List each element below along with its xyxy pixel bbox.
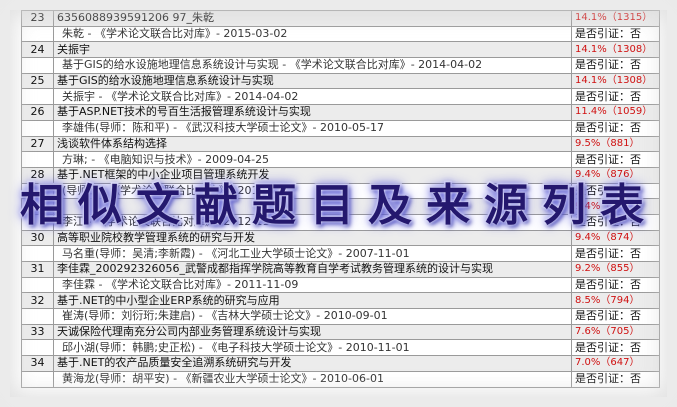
- similarity-value: 9.5%（881）: [571, 135, 660, 153]
- citation-status: 是否引证：否: [571, 119, 660, 137]
- document-title: 基于.NET框架的中小企业项目管理系统开发: [53, 166, 572, 184]
- row-spacer: [21, 151, 54, 168]
- document-number: 33: [21, 323, 54, 341]
- similarity-value: 11.4%（1059）: [571, 104, 660, 121]
- citation-status: 是否引证：否: [571, 245, 660, 262]
- row-spacer: [21, 119, 54, 137]
- row-spacer: [21, 308, 54, 325]
- document-title: 基于.NET的农产品质量安全追溯系统研究与开发: [53, 355, 572, 372]
- document-source-row: 李雄伟(导师：陈和平) - 《武汉科技大学硕士论文》- 2010-05-17 是否…: [21, 119, 660, 137]
- similarity-value: 14.1%（1308）: [571, 72, 660, 90]
- citation-status: 是否引证：否: [571, 339, 660, 357]
- row-spacer: [21, 370, 54, 388]
- document-source: 崔涛(导师：刘衍珩;朱建启) - 《吉林大学硕士论文》- 2010-09-01: [53, 308, 572, 325]
- document-source-row: 李江 - 《学术论文联合比对库》- 2012-11-12 是否引证：否: [21, 213, 660, 231]
- document-source-row: 邱小湖(导师：韩鹏;史正松) - 《电子科技大学硕士论文》- 2010-11-0…: [21, 339, 660, 357]
- document-source-row: 马名重(导师：吴清;李新霞) - 《河北工业大学硕士论文》- 2007-11-0…: [21, 245, 660, 262]
- similar-documents-table-body: 23 6356088939591206 97_朱乾 14.1%（1315） 朱乾 - …: [21, 10, 660, 388]
- similarity-value: 7.6%（705）: [571, 323, 660, 341]
- document-number: 26: [21, 104, 54, 121]
- document-title-row: 26 基于ASP.NET技术的号百生活报管理系统设计与实现 11.4%（1059）: [21, 104, 660, 121]
- document-title: 天诚保险代理南充分公司内部业务管理系统设计与实现: [53, 323, 572, 341]
- document-source-row: 关振宇 - 《学术论文联合比对库》- 2014-04-02 是否引证：否: [21, 88, 660, 106]
- document-number: 30: [21, 229, 54, 247]
- document-source: 李佳霖 - 《学术论文联合比对库》- 2011-11-09: [53, 276, 572, 294]
- document-title-row: 24 关振宇 14.1%（1308）: [21, 41, 660, 59]
- document-title-row: 28 基于.NET框架的中小企业项目管理系统开发 9.4%（876）: [21, 166, 660, 184]
- document-source: 基于GIS的给水设施地理信息系统设计与实现 - 《学术论文联合比对库》- 201…: [53, 57, 572, 74]
- document-number: 29: [21, 198, 54, 215]
- document-source: 马名重(导师：吴清;李新霞) - 《河北工业大学硕士论文》- 2007-11-0…: [53, 245, 572, 262]
- citation-status: 是否引证：否: [571, 308, 660, 325]
- document-title-row: 34 基于.NET的农产品质量安全追溯系统研究与开发 7.0%（647）: [21, 355, 660, 372]
- document-title: 基于ASP.NET技术的号百生活报管理系统设计与实现: [53, 104, 572, 121]
- similarity-value: 9.4%（876）: [571, 166, 660, 184]
- document-title-row: 31 李佳霖_200292326056_武警成都指挥学院高等教育自学考试教务管理系…: [21, 261, 660, 278]
- document-source-row: (导师：) - 《学术论文联合比对库》- 2015- 是否引证：否: [21, 182, 660, 200]
- document-source-row: 朱乾 - 《学术论文联合比对库》- 2015-03-02 是否引证：否: [21, 25, 660, 43]
- row-spacer: [21, 339, 54, 357]
- document-title: 关振宇: [53, 41, 572, 59]
- row-spacer: [21, 245, 54, 262]
- row-spacer: [21, 25, 54, 43]
- document-source-row: 崔涛(导师：刘衍珩;朱建启) - 《吉林大学硕士论文》- 2010-09-01 是…: [21, 308, 660, 325]
- document-number: 25: [21, 72, 54, 90]
- document-title: 李佳霖_200292326056_武警成都指挥学院高等教育自学考试教务管理系统的…: [53, 261, 572, 278]
- similarity-value: 9.4%（874）: [571, 229, 660, 247]
- citation-status: 是否引证：否: [571, 370, 660, 388]
- citation-status: 是否引证：否: [571, 182, 660, 200]
- document-number: 27: [21, 135, 54, 153]
- document-title-row: 25 基于GIS的给水设施地理信息系统设计与实现 14.1%（1308）: [21, 72, 660, 90]
- document-number: 28: [21, 166, 54, 184]
- document-title-row: 33 天诚保险代理南充分公司内部业务管理系统设计与实现 7.6%（705）: [21, 323, 660, 341]
- document-source-row: 黄海龙(导师：胡平安) - 《新疆农业大学硕士论文》- 2010-06-01 是否…: [21, 370, 660, 388]
- row-spacer: [21, 276, 54, 294]
- document-source: 邱小湖(导师：韩鹏;史正松) - 《电子科技大学硕士论文》- 2010-11-0…: [53, 339, 572, 357]
- document-source-row: 李佳霖 - 《学术论文联合比对库》- 2011-11-09 是否引证：否: [21, 276, 660, 294]
- document-source-row: 方琳; - 《电脑知识与技术》- 2009-04-25 是否引证：否: [21, 151, 660, 168]
- document-title-row: 30 高等职业院校教学管理系统的研究与开发 9.4%（874）: [21, 229, 660, 247]
- document-number: 24: [21, 41, 54, 59]
- similarity-value: 14.1%（1308）: [571, 41, 660, 59]
- document-source: 李雄伟(导师：陈和平) - 《武汉科技大学硕士论文》- 2010-05-17: [53, 119, 572, 137]
- similarity-value: 14.1%（1315）: [571, 10, 660, 27]
- document-title-row: 27 浅谈软件体系结构选择 9.5%（881）: [21, 135, 660, 153]
- document-source: (导师：) - 《学术论文联合比对库》- 2015-: [53, 182, 572, 200]
- document-title: 6356088939591206 97_朱乾: [53, 10, 572, 27]
- document-title: 浅谈软件体系结构选择: [53, 135, 572, 153]
- document-title-row: 32 基于.NET的中小型企业ERP系统的研究与应用 8.5%（794）: [21, 292, 660, 310]
- document-title: 基于GIS的给水设施地理信息系统设计与实现: [53, 72, 572, 90]
- row-spacer: [21, 57, 54, 74]
- citation-status: 是否引证：否: [571, 151, 660, 168]
- similar-documents-table: 23 6356088939591206 97_朱乾 14.1%（1315） 朱乾 - …: [21, 10, 660, 388]
- document-number: 34: [21, 355, 54, 372]
- document-number: 23: [21, 10, 54, 27]
- citation-status: 是否引证：否: [571, 213, 660, 231]
- citation-status: 是否引证：否: [571, 88, 660, 106]
- citation-status: 是否引证：否: [571, 276, 660, 294]
- document-source: 方琳; - 《电脑知识与技术》- 2009-04-25: [53, 151, 572, 168]
- similarity-value: 7.0%（647）: [571, 355, 660, 372]
- document-number: 32: [21, 292, 54, 310]
- document-number: 31: [21, 261, 54, 278]
- document-source: 朱乾 - 《学术论文联合比对库》- 2015-03-02: [53, 25, 572, 43]
- report-screenshot: 23 6356088939591206 97_朱乾 14.1%（1315） 朱乾 - …: [0, 0, 677, 407]
- document-title: 基于.NET的中小型企业ERP系统的研究与应用: [53, 292, 572, 310]
- document-source: 李江 - 《学术论文联合比对库》- 2012-11-12: [53, 213, 572, 231]
- similarity-value: 8.5%（794）: [571, 292, 660, 310]
- similarity-value: 9.2%（855）: [571, 261, 660, 278]
- document-source: 关振宇 - 《学术论文联合比对库》- 2014-04-02: [53, 88, 572, 106]
- document-source: 黄海龙(导师：胡平安) - 《新疆农业大学硕士论文》- 2010-06-01: [53, 370, 572, 388]
- row-spacer: [21, 88, 54, 106]
- similarity-value: 9.4%（876）: [571, 198, 660, 215]
- document-title-row: 23 6356088939591206 97_朱乾 14.1%（1315）: [21, 10, 660, 27]
- row-spacer: [21, 182, 54, 200]
- citation-status: 是否引证：否: [571, 57, 660, 74]
- document-source-row: 基于GIS的给水设施地理信息系统设计与实现 - 《学术论文联合比对库》- 201…: [21, 57, 660, 74]
- row-spacer: [21, 213, 54, 231]
- document-title-row: 29 9.4%（876）: [21, 198, 660, 215]
- document-title: 高等职业院校教学管理系统的研究与开发: [53, 229, 572, 247]
- document-title: [53, 198, 572, 215]
- citation-status: 是否引证：否: [571, 25, 660, 43]
